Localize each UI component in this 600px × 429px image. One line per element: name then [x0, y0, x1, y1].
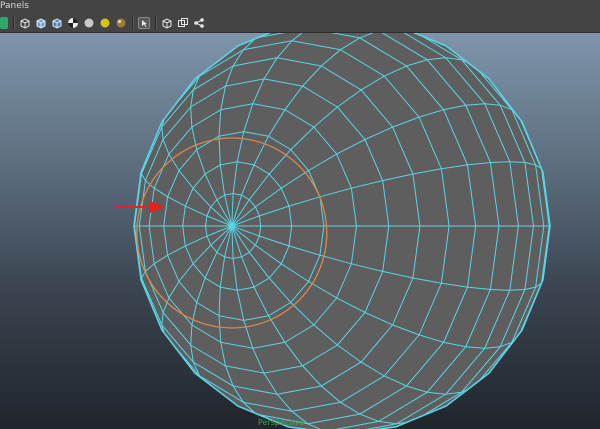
- sphere-light-icon[interactable]: [99, 17, 111, 29]
- perspective-viewport[interactable]: Perspective: [0, 33, 600, 429]
- checker-icon[interactable]: [67, 17, 79, 29]
- shadow-sphere-icon[interactable]: [115, 17, 127, 29]
- textured-cube-icon[interactable]: [51, 17, 63, 29]
- viewport-toolbar: [0, 13, 600, 33]
- viewport-scene[interactable]: [0, 33, 600, 429]
- wireframe-cube-icon[interactable]: [19, 17, 31, 29]
- toolbar-separator: [132, 15, 134, 30]
- panels-menu-bar: Panels: [0, 0, 600, 13]
- camera-icon[interactable]: [0, 16, 8, 29]
- shaded-cube-icon[interactable]: [35, 17, 47, 29]
- share-icon[interactable]: [193, 17, 205, 29]
- light-bulb-icon[interactable]: [83, 17, 95, 29]
- panels-menu[interactable]: Panels: [0, 1, 29, 11]
- isolate-select-icon[interactable]: [138, 16, 150, 29]
- toolbar-separator: [13, 15, 15, 30]
- toolbar-separator: [155, 15, 157, 30]
- viewport-panel-label: Perspective: [258, 418, 305, 427]
- multi-view-icon[interactable]: [177, 17, 189, 29]
- xray-cube-icon[interactable]: [161, 17, 173, 29]
